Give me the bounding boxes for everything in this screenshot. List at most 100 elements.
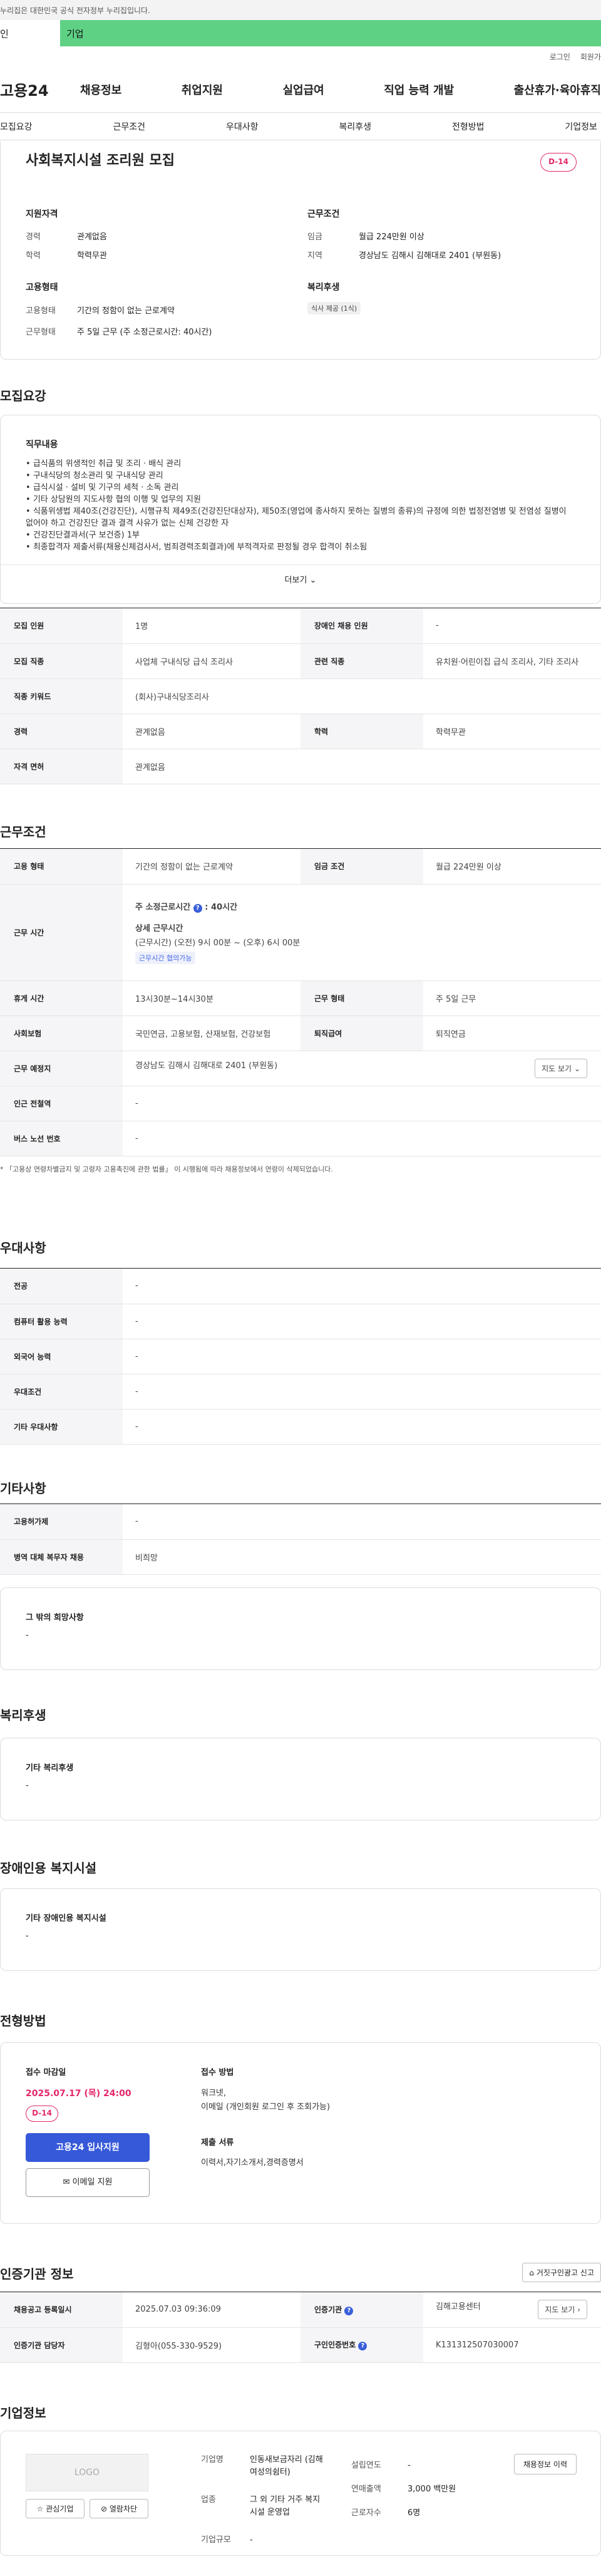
cond-value: 경상남도 김해시 김해대로 2401 (부원동) (359, 251, 501, 261)
age-notice: * 「고용상 연령차별금지 및 고령자 고용촉진에 관한 법률」 이 시행됨에 … (0, 1165, 333, 1173)
table-header-cell: 휴게 시간 (0, 980, 123, 1016)
tab-pref[interactable]: 우대사항 (226, 120, 259, 133)
detail-hours-line: (근무시간) (오전) 9시 00분 ~ (오후) 6시 00분 (135, 938, 300, 948)
table-header-cell: 외국어 능력 (0, 1339, 123, 1374)
star-icon: ☆ (36, 2505, 44, 2513)
tab-benefit[interactable]: 복리후생 (339, 120, 371, 133)
site-logo[interactable]: 고용24 (0, 78, 80, 100)
table-header-cell: 인근 전철역 (0, 1086, 123, 1121)
gnb-item-jobs[interactable]: 채용정보 (80, 81, 121, 98)
gnb-item-training[interactable]: 직업 능력 개발 (384, 81, 454, 98)
qual-label: 학력 (26, 251, 41, 261)
block-company-button[interactable]: ⊘ 열람차단 (90, 2499, 148, 2518)
weekly-hours-label: 주 소정근로시간 (135, 903, 191, 912)
emp-heading: 고용형태 (26, 283, 58, 293)
table-cell: - (123, 1304, 601, 1339)
tab-individual[interactable]: 인 (0, 20, 60, 46)
duty-item: 식품위생법 제40조(건강진단), 시행규칙 제49조(건강진단대상자), 제5… (26, 506, 570, 529)
table-row: 자격 면허 관계없음 (0, 749, 601, 784)
section-tabs: 모집요강 근무조건 우대사항 복리후생 전형방법 기업정보 (0, 113, 601, 140)
cert-agency-value: 김해고용센터 (436, 2302, 481, 2312)
disability-box-value: - (26, 1931, 29, 1941)
company-logo-placeholder: LOGO (26, 2454, 148, 2491)
cert-number-header: 구인인증번호 ? (300, 2327, 423, 2363)
staff-value: 6명 (408, 2508, 421, 2518)
emp-label: 고용형태 (26, 306, 56, 316)
deadline-label: 접수 마감일 (26, 2068, 66, 2077)
job-history-button[interactable]: 채용정보 이력 (513, 2454, 577, 2475)
company-heading: 기업정보 (0, 2406, 46, 2421)
dday-badge: D-14 (540, 153, 577, 172)
chevron-right-icon: › (577, 2305, 580, 2315)
disability-box-heading: 기타 장애인용 복지시설 (26, 1914, 106, 1923)
table-cell: 국민연금, 고용보험, 산재보험, 건강보험 (123, 1015, 300, 1051)
info-icon[interactable]: ? (358, 2342, 367, 2350)
table-header-cell: 근무 예정지 (0, 1051, 123, 1086)
welfare-tag: 식사 제공 (1식) (307, 302, 361, 314)
tab-corporate[interactable]: 기업 (60, 20, 601, 46)
table-row: 인근 전철역 - (0, 1086, 601, 1121)
cert-heading: 인증기관 정보 (0, 2267, 74, 2282)
tab-work[interactable]: 근무조건 (113, 120, 145, 133)
table-cell: 2025.07.03 09:36:09 (123, 2292, 300, 2328)
login-link[interactable]: 로그인 (550, 51, 570, 62)
table-header-cell: 직종 키워드 (0, 678, 123, 714)
tab-recruit[interactable]: 모집요강 (0, 120, 33, 133)
tab-process[interactable]: 전형방법 (452, 120, 485, 133)
gnb-item-parental-leave[interactable]: 출산휴가·육아휴직 (514, 81, 601, 98)
duty-heading: 직무내용 (26, 440, 58, 450)
qual-value: 관계없음 (77, 232, 107, 242)
duty-item: 급식품의 위생적인 취급 및 조리 · 배식 관리 (26, 458, 570, 470)
company-name-label: 기업명 (201, 2455, 223, 2464)
table-row: 외국어 능력 - (0, 1339, 601, 1374)
benefit-box-heading: 기타 복리후생 (26, 1763, 74, 1773)
map-button[interactable]: 지도 보기 ⌄ (535, 1058, 587, 1078)
table-row: 채용공고 등록일시 2025.07.03 09:36:09 인증기관 ? 김해고용센터… (0, 2292, 601, 2328)
cond-label: 임금 (307, 232, 322, 242)
gnb-item-unemployment-benefit[interactable]: 실업급여 (283, 81, 324, 98)
duty-list: 급식품의 위생적인 취급 및 조리 · 배식 관리구내식당의 청소관리 및 구내… (26, 458, 570, 553)
table-header-cell: 장애인 채용 인원 (300, 608, 423, 644)
table-header-cell: 기타 우대사항 (0, 1409, 123, 1445)
recruit-table: 모집 인원 1명 장애인 채용 인원 - 모집 직종 사업체 구내식당 급식 조리사 관련… (0, 608, 601, 784)
process-dday-badge: D-14 (26, 2106, 58, 2122)
duty-item: 급식시설 · 설비 및 기구의 세척 · 소독 관리 (26, 482, 570, 494)
table-cell: 김형아(055-330-9529) (123, 2327, 300, 2363)
home-icon: ⌂ (529, 2268, 535, 2277)
report-ad-button[interactable]: ⌂ 거짓구인광고 신고 (522, 2263, 601, 2282)
table-row: 기타 우대사항 - (0, 1409, 601, 1445)
table-header-cell: 퇴직급여 (300, 1015, 423, 1051)
industry-label: 업종 (201, 2495, 216, 2505)
table-cell: 관계없음 (123, 714, 300, 749)
table-row: 모집 직종 사업체 구내식당 급식 조리사 관련 직종 유치원·어린이집 급식 조리사… (0, 643, 601, 679)
info-icon[interactable]: ? (193, 904, 202, 913)
table-row: 사회보험 국민연금, 고용보험, 산재보험, 건강보험 퇴직급여 퇴직연금 (0, 1015, 601, 1051)
duty-box: 직무내용 급식품의 위생적인 취급 및 조리 · 배식 관리구내식당의 청소관리… (0, 415, 601, 604)
cond-label: 지역 (307, 251, 322, 261)
apply-button[interactable]: 고용24 입사지원 (26, 2133, 150, 2162)
table-cell: (회사)구내식당조리사 (123, 678, 601, 714)
table-row: 전공 - (0, 1269, 601, 1304)
method-label: 접수 방법 (201, 2068, 234, 2077)
gnb-item-employment-support[interactable]: 취업지원 (182, 81, 223, 98)
cert-agency-label: 인증기관 (314, 2305, 342, 2314)
more-button[interactable]: 더보기 ⌄ (1, 571, 600, 591)
table-header-cell: 전공 (0, 1269, 123, 1304)
table-cell: 월급 224만원 이상 (423, 849, 601, 885)
hours-tag: 근무시간 협의가능 (135, 952, 196, 964)
gnb-menu: 채용정보 취업지원 실업급여 직업 능력 개발 출산휴가·육아휴직 (80, 81, 601, 98)
email-apply-button[interactable]: ✉ 이메일 지원 (26, 2168, 150, 2197)
info-icon[interactable]: ? (344, 2306, 354, 2315)
emp-label: 근무형태 (26, 328, 56, 337)
table-header-cell: 고용 형태 (0, 849, 123, 885)
cert-map-button[interactable]: 지도 보기 › (538, 2300, 587, 2320)
signup-link[interactable]: 회원가 (580, 51, 601, 62)
cert-number-label: 구인인증번호 (314, 2340, 356, 2349)
favorite-company-button[interactable]: ☆ 관심기업 (26, 2499, 85, 2518)
industry-value: 그 외 기타 거주 복지시설 운영업 (250, 2495, 321, 2517)
tab-company[interactable]: 기업정보 (565, 120, 597, 133)
table-cell: 유치원·어린이집 급식 조리사, 기타 조리사 (423, 643, 601, 679)
table-row: 경력 관계없음 학력 학력무관 (0, 714, 601, 749)
email-apply-label: 이메일 지원 (72, 2178, 113, 2187)
other-wish-heading: 그 밖의 희망사항 (26, 1613, 84, 1623)
